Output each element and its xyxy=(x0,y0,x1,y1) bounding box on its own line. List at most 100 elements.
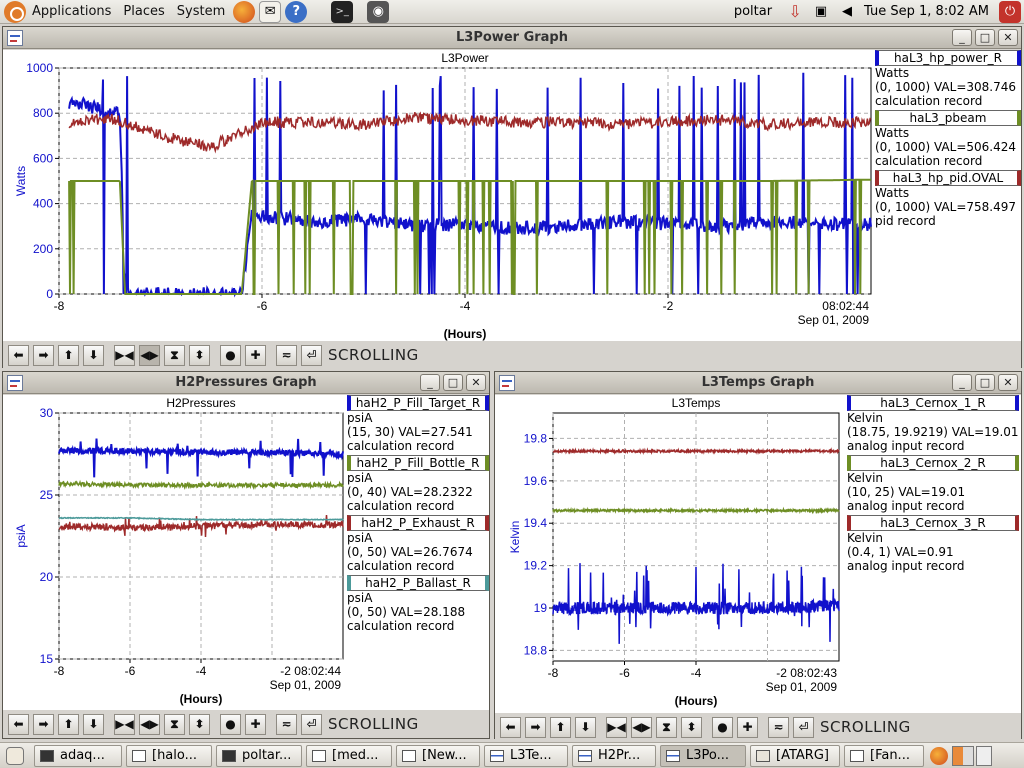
overlay-button[interactable]: ≂ xyxy=(768,716,789,738)
compress-x-button[interactable]: ▶◀ xyxy=(606,716,627,738)
mail-icon[interactable]: ✉ xyxy=(259,0,282,23)
resume-scroll-button[interactable]: ⏎ xyxy=(301,344,322,366)
scroll-up-button[interactable]: ⬆ xyxy=(58,344,79,366)
camera-icon[interactable]: ◉ xyxy=(367,0,390,23)
compress-y-button[interactable]: ⧗ xyxy=(164,344,185,366)
expand-x-button[interactable]: ◀▶ xyxy=(139,344,160,366)
legend-entry[interactable]: haH2_P_Fill_Bottle_R psiA (0, 40) VAL=28.2… xyxy=(347,455,489,513)
compress-x-button[interactable]: ▶◀ xyxy=(114,713,135,735)
legend-pv-name[interactable]: haH2_P_Exhaust_R xyxy=(347,515,489,531)
scroll-left-button[interactable]: ⬅ xyxy=(8,713,29,735)
scroll-left-button[interactable]: ⬅ xyxy=(8,344,29,366)
taskbar-item[interactable]: [New... xyxy=(396,744,480,767)
legend-pv-name[interactable]: haH2_P_Ballast_R xyxy=(347,575,489,591)
volume-icon[interactable]: ◀ xyxy=(836,1,858,23)
scroll-down-button[interactable]: ⬇ xyxy=(83,344,104,366)
legend-entry[interactable]: haH2_P_Fill_Target_R psiA (15, 30) VAL=27.… xyxy=(347,395,489,453)
firefox-icon[interactable] xyxy=(233,0,256,23)
legend-pv-name[interactable]: haH2_P_Fill_Target_R xyxy=(347,395,489,411)
taskbar-item[interactable]: [halo... xyxy=(126,744,212,767)
resume-scroll-button[interactable]: ⏎ xyxy=(301,713,322,735)
update-notifier-icon[interactable]: ⇩ xyxy=(784,1,806,23)
legend-pv-name[interactable]: haL3_hp_pid.OVAL xyxy=(875,170,1021,186)
taskbar-item[interactable]: [ATARG] xyxy=(750,744,840,767)
legend-entry[interactable]: haH2_P_Exhaust_R psiA (0, 50) VAL=26.7674 c… xyxy=(347,515,489,573)
maximize-button[interactable]: □ xyxy=(443,374,463,391)
taskbar-item[interactable]: poltar... xyxy=(216,744,302,767)
legend-entry[interactable]: haH2_P_Ballast_R psiA (0, 50) VAL=28.188 ca… xyxy=(347,575,489,633)
shutdown-icon[interactable]: ⏻ xyxy=(999,0,1021,23)
autoscale-button[interactable]: ● xyxy=(220,344,241,366)
close-button[interactable]: ✕ xyxy=(466,374,486,391)
network-icon[interactable]: ▣ xyxy=(810,1,832,23)
legend-pv-name[interactable]: haL3_pbeam xyxy=(875,110,1021,126)
l3power-titlebar[interactable]: L3Power Graph _ □ ✕ xyxy=(3,27,1021,49)
scroll-down-button[interactable]: ⬇ xyxy=(575,716,596,738)
scroll-up-button[interactable]: ⬆ xyxy=(550,716,571,738)
workspace-switcher[interactable] xyxy=(952,745,974,766)
scroll-right-button[interactable]: ➡ xyxy=(33,344,54,366)
menu-system[interactable]: System xyxy=(171,4,231,19)
menu-places[interactable]: Places xyxy=(117,4,170,19)
add-pv-button[interactable]: ✚ xyxy=(245,344,266,366)
taskbar-item[interactable]: [med... xyxy=(306,744,392,767)
compress-y-button[interactable]: ⧗ xyxy=(164,713,185,735)
close-button[interactable]: ✕ xyxy=(998,374,1018,391)
expand-x-button[interactable]: ◀▶ xyxy=(631,716,652,738)
firefox-icon[interactable] xyxy=(930,746,948,765)
legend-entry[interactable]: haL3_Cernox_3_R Kelvin (0.4, 1) VAL=0.91 an… xyxy=(847,515,1019,573)
minimize-button[interactable]: _ xyxy=(952,374,972,391)
menu-applications[interactable]: Applications xyxy=(26,4,117,19)
bottom-taskbar: adaq... [halo... poltar... [med... [New.… xyxy=(0,742,1024,768)
scroll-up-button[interactable]: ⬆ xyxy=(58,713,79,735)
help-icon[interactable]: ? xyxy=(285,0,308,23)
taskbar-item[interactable]: [Fan... xyxy=(844,744,924,767)
graph-app-icon[interactable] xyxy=(7,374,23,391)
compress-y-button[interactable]: ⧗ xyxy=(656,716,677,738)
legend-pv-name[interactable]: haL3_hp_power_R xyxy=(875,50,1021,66)
autoscale-button[interactable]: ● xyxy=(220,713,241,735)
maximize-button[interactable]: □ xyxy=(975,29,995,46)
overlay-button[interactable]: ≂ xyxy=(276,344,297,366)
add-pv-button[interactable]: ✚ xyxy=(245,713,266,735)
scroll-right-button[interactable]: ➡ xyxy=(33,713,54,735)
scroll-right-button[interactable]: ➡ xyxy=(525,716,546,738)
l3temps-titlebar[interactable]: L3Temps Graph _ □ ✕ xyxy=(495,372,1021,394)
trash-icon[interactable] xyxy=(976,745,992,766)
close-button[interactable]: ✕ xyxy=(998,29,1018,46)
h2pressures-titlebar[interactable]: H2Pressures Graph _ □ ✕ xyxy=(3,372,489,394)
legend-pv-name[interactable]: haH2_P_Fill_Bottle_R xyxy=(347,455,489,471)
graph-app-icon[interactable] xyxy=(7,29,23,46)
taskbar-item-active[interactable]: L3Po... xyxy=(660,744,746,767)
legend-pv-name[interactable]: haL3_Cernox_3_R xyxy=(847,515,1019,531)
legend-entry[interactable]: haL3_Cernox_2_R Kelvin (10, 25) VAL=19.01 a… xyxy=(847,455,1019,513)
compress-x-button[interactable]: ▶◀ xyxy=(114,344,135,366)
ubuntu-logo-icon[interactable] xyxy=(4,0,26,23)
autoscale-button[interactable]: ● xyxy=(712,716,733,738)
legend-entry[interactable]: haL3_pbeam Watts (0, 1000) VAL=506.424 calc… xyxy=(875,110,1021,168)
terminal-launcher-icon[interactable]: >_ xyxy=(331,0,354,23)
minimize-button[interactable]: _ xyxy=(952,29,972,46)
taskbar-item[interactable]: H2Pr... xyxy=(572,744,656,767)
scroll-down-button[interactable]: ⬇ xyxy=(83,713,104,735)
expand-y-button[interactable]: ⬍ xyxy=(189,713,210,735)
legend-pv-name[interactable]: haL3_Cernox_2_R xyxy=(847,455,1019,471)
maximize-button[interactable]: □ xyxy=(975,374,995,391)
add-pv-button[interactable]: ✚ xyxy=(737,716,758,738)
legend-entry[interactable]: haL3_hp_power_R Watts (0, 1000) VAL=308.74… xyxy=(875,50,1021,108)
legend-entry[interactable]: haL3_hp_pid.OVAL Watts (0, 1000) VAL=758.4… xyxy=(875,170,1021,228)
legend-entry[interactable]: haL3_Cernox_1_R Kelvin (18.75, 19.9219) VA… xyxy=(847,395,1019,453)
scroll-left-button[interactable]: ⬅ xyxy=(500,716,521,738)
taskbar-item[interactable]: L3Te... xyxy=(484,744,568,767)
panel-clock[interactable]: Tue Sep 1, 8:02 AM xyxy=(864,4,989,19)
minimize-button[interactable]: _ xyxy=(420,374,440,391)
show-desktop-icon[interactable] xyxy=(6,746,24,765)
expand-y-button[interactable]: ⬍ xyxy=(681,716,702,738)
overlay-button[interactable]: ≂ xyxy=(276,713,297,735)
expand-x-button[interactable]: ◀▶ xyxy=(139,713,160,735)
expand-y-button[interactable]: ⬍ xyxy=(189,344,210,366)
resume-scroll-button[interactable]: ⏎ xyxy=(793,716,814,738)
legend-pv-name[interactable]: haL3_Cernox_1_R xyxy=(847,395,1019,411)
taskbar-item[interactable]: adaq... xyxy=(34,744,122,767)
graph-app-icon[interactable] xyxy=(499,374,515,391)
